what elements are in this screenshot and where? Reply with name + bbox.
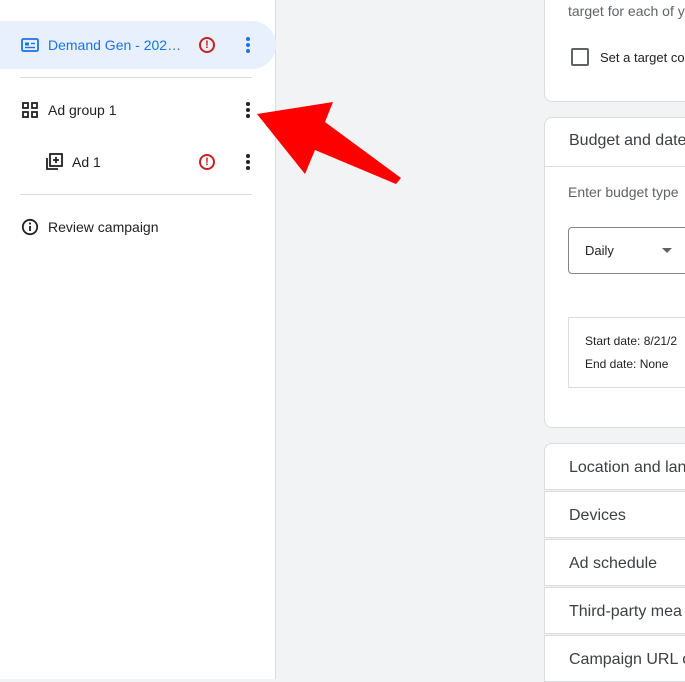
- budget-type-dropdown[interactable]: Daily: [568, 227, 685, 274]
- section-ad-schedule[interactable]: Ad schedule: [544, 539, 685, 586]
- sidebar-item-label: Demand Gen - 202…: [48, 37, 182, 53]
- campaign-nav-sidebar: Demand Gen - 202… ! Ad group 1 Ad 1 ! Re…: [0, 0, 276, 679]
- sidebar-item-campaign[interactable]: Demand Gen - 202… !: [0, 21, 276, 69]
- target-checkbox[interactable]: [571, 48, 589, 66]
- dropdown-value: Daily: [585, 243, 614, 258]
- sidebar-item-label: Review campaign: [48, 219, 159, 235]
- section-title: Devices: [569, 507, 626, 524]
- sidebar-item-review-campaign[interactable]: Review campaign: [0, 203, 276, 251]
- section-title: Campaign URL o: [569, 651, 685, 668]
- error-icon: !: [199, 154, 215, 170]
- sidebar-item-label: Ad 1: [72, 154, 101, 170]
- section-title: Ad schedule: [569, 555, 658, 572]
- grid-icon: [20, 100, 40, 120]
- card-hint-text: target for each of y: [568, 3, 685, 19]
- sidebar-item-ad-group[interactable]: Ad group 1: [0, 86, 276, 134]
- section-devices[interactable]: Devices: [544, 491, 685, 538]
- checkbox-label: Set a target co: [600, 50, 685, 65]
- section-third-party-measurement[interactable]: Third-party mea: [544, 587, 685, 634]
- ad-add-icon: [44, 152, 64, 172]
- dates-summary-box: Start date: 8/21/2 End date: None: [568, 317, 685, 388]
- section-title: Third-party mea: [569, 603, 682, 620]
- section-title: Location and lan: [569, 459, 685, 476]
- sidebar-item-label: Ad group 1: [48, 102, 117, 118]
- budget-type-prompt: Enter budget type: [568, 184, 679, 200]
- card-title: Budget and date: [569, 132, 685, 149]
- bidding-card: target for each of y Set a target co: [544, 0, 685, 102]
- dropdown-arrow-icon: [662, 248, 672, 253]
- section-location-language[interactable]: Location and lan: [544, 443, 685, 490]
- annotation-arrow: [257, 102, 401, 184]
- divider: [20, 194, 252, 195]
- more-options-icon[interactable]: [236, 33, 260, 57]
- start-date: Start date: 8/21/2: [585, 334, 678, 348]
- divider: [545, 166, 685, 167]
- divider: [20, 77, 252, 78]
- sidebar-item-ad[interactable]: Ad 1 !: [0, 138, 276, 186]
- error-icon: !: [199, 37, 215, 53]
- section-campaign-url-options[interactable]: Campaign URL o: [544, 635, 685, 682]
- end-date: End date: None: [585, 357, 669, 371]
- info-icon: [20, 217, 40, 237]
- campaign-card-icon: [20, 35, 40, 55]
